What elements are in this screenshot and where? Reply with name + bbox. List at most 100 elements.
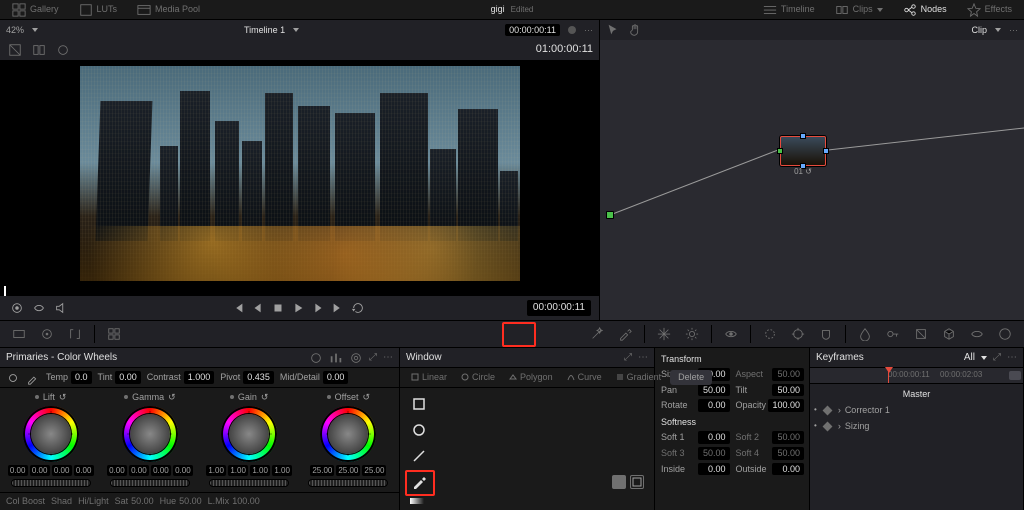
keyframes-range-bar[interactable] <box>1009 371 1021 380</box>
wintab-curve[interactable]: Curve <box>562 370 607 385</box>
inside-field[interactable]: Inside0.00 <box>661 463 730 476</box>
node-output-port[interactable] <box>823 148 829 154</box>
palette-magic-mask-icon[interactable] <box>813 323 839 345</box>
shape-row-circle[interactable] <box>406 418 648 442</box>
tab-nodes[interactable]: Nodes <box>897 1 953 19</box>
gain-jog[interactable] <box>209 479 289 487</box>
reset-icon[interactable]: ↺ <box>261 392 269 403</box>
hand-pan-icon[interactable] <box>628 23 642 37</box>
wintab-linear[interactable]: Linear <box>406 370 452 385</box>
mask-inside-icon[interactable] <box>612 475 626 489</box>
arrow-cursor-icon[interactable] <box>606 23 620 37</box>
colboost-field[interactable]: Col Boost <box>6 496 45 507</box>
pivot-field[interactable]: Pivot0.435 <box>220 371 274 384</box>
palette-wand-icon[interactable] <box>584 323 610 345</box>
node-input-port[interactable] <box>777 148 783 154</box>
outside-field[interactable]: Outside0.00 <box>736 463 805 476</box>
log-mode-icon[interactable] <box>349 351 363 365</box>
palette-window-icon[interactable] <box>757 323 783 345</box>
gallery-stills-icon[interactable] <box>6 323 32 345</box>
split-screen-icon[interactable] <box>30 42 48 58</box>
soft1-field[interactable]: Soft 10.00 <box>661 431 730 444</box>
mask-outside-icon[interactable] <box>630 475 644 489</box>
highlight-icon[interactable] <box>54 42 72 58</box>
image-wipe-icon[interactable] <box>6 42 24 58</box>
hue-field[interactable]: Hue50.00 <box>160 496 202 507</box>
palette-sun-icon[interactable] <box>679 323 705 345</box>
gain-values[interactable]: 1.001.001.001.00 <box>206 465 292 477</box>
gamma-jog[interactable] <box>110 479 190 487</box>
offset-jog[interactable] <box>308 479 388 487</box>
viewer-title[interactable]: Timeline 1 <box>244 25 285 36</box>
viewer-scrubber[interactable] <box>0 286 599 296</box>
wheels-mode-icon[interactable] <box>309 351 323 365</box>
node-key-in-port[interactable] <box>800 133 806 139</box>
viewer-timecode-in[interactable]: 00:00:00:11 <box>505 24 560 37</box>
lift-wheel[interactable] <box>23 406 79 462</box>
tab-gallery[interactable]: Gallery <box>6 1 65 19</box>
keyframes-expand-icon[interactable]: ⤢ <box>993 352 1001 364</box>
node-mode[interactable]: Clip <box>971 25 987 36</box>
viewer-zoom[interactable]: 42% <box>6 25 24 36</box>
mute-icon[interactable] <box>52 299 70 317</box>
temp-field[interactable]: Temp0.0 <box>46 371 92 384</box>
panel-options-icon[interactable]: ⋯ <box>383 352 393 364</box>
viewer-options-icon[interactable]: ⋯ <box>584 25 593 36</box>
playhead-icon[interactable] <box>4 286 6 296</box>
window-options-icon[interactable]: ⋯ <box>638 352 648 364</box>
expand-icon[interactable]: • <box>814 405 817 415</box>
shape-row-curve[interactable] <box>406 470 648 494</box>
node-options-icon[interactable]: ⋯ <box>1009 25 1018 36</box>
opacity-field[interactable]: Opacity100.00 <box>736 399 805 412</box>
keyframe-diamond-icon[interactable] <box>822 421 832 431</box>
palette-tracker-icon[interactable] <box>785 323 811 345</box>
lightbox-icon[interactable] <box>101 323 127 345</box>
shape-row-linear[interactable] <box>406 392 648 416</box>
wintab-circle[interactable]: Circle <box>456 370 500 385</box>
kf-track-sizing[interactable]: • › Sizing <box>814 418 1019 434</box>
offset-wheel[interactable] <box>320 406 376 462</box>
window-delete-button[interactable]: Delete <box>670 370 712 385</box>
auto-color-icon[interactable] <box>34 323 60 345</box>
lift-jog[interactable] <box>11 479 91 487</box>
pick-white-icon[interactable] <box>26 371 40 385</box>
reset-icon[interactable]: ↺ <box>363 392 371 403</box>
tab-clips[interactable]: Clips <box>829 1 889 19</box>
rotate-field[interactable]: Rotate0.00 <box>661 399 730 412</box>
tab-effects[interactable]: Effects <box>961 1 1018 19</box>
expand-icon[interactable]: ⤢ <box>369 352 377 364</box>
palette-scopes-icon[interactable] <box>964 323 990 345</box>
palette-picker-icon[interactable] <box>612 323 638 345</box>
play-icon[interactable] <box>289 299 307 317</box>
palette-snowflake-icon[interactable] <box>651 323 677 345</box>
expand-icon[interactable]: • <box>814 421 817 431</box>
keyframe-diamond-icon[interactable] <box>822 405 832 415</box>
reset-icon[interactable]: ↺ <box>168 392 176 403</box>
graph-source-icon[interactable] <box>606 211 614 219</box>
bars-mode-icon[interactable] <box>329 351 343 365</box>
transport-timecode[interactable]: 00:00:00:11 <box>527 300 591 316</box>
middetail-field[interactable]: Mid/Detail0.00 <box>280 371 349 384</box>
lmix-field[interactable]: L.Mix100.00 <box>208 496 260 507</box>
go-end-icon[interactable] <box>329 299 347 317</box>
step-fwd-icon[interactable] <box>309 299 327 317</box>
keyframes-options-icon[interactable]: ⋯ <box>1007 352 1017 364</box>
pan-field[interactable]: Pan50.00 <box>661 384 730 397</box>
contrast-field[interactable]: Contrast1.000 <box>147 371 215 384</box>
shad-field[interactable]: Shad <box>51 496 72 507</box>
palette-sizing-icon[interactable] <box>908 323 934 345</box>
reset-icon[interactable]: ↺ <box>59 392 67 403</box>
keyframes-mode[interactable]: All <box>964 352 975 364</box>
gamma-wheel[interactable] <box>122 406 178 462</box>
soft4-field[interactable]: Soft 450.00 <box>736 447 805 460</box>
palette-qualifier-icon[interactable] <box>718 323 744 345</box>
go-start-icon[interactable] <box>229 299 247 317</box>
tilt-field[interactable]: Tilt50.00 <box>736 384 805 397</box>
wintab-polygon[interactable]: Polygon <box>504 370 558 385</box>
loop-icon[interactable] <box>349 299 367 317</box>
shot-match-icon[interactable] <box>62 323 88 345</box>
keyframes-ruler[interactable]: 00:00:00:11 00:00:02:03 <box>810 368 1023 384</box>
tab-timeline[interactable]: Timeline <box>757 1 821 19</box>
aspect-field[interactable]: Aspect50.00 <box>736 368 805 381</box>
hilight-field[interactable]: Hi/Light <box>78 496 109 507</box>
